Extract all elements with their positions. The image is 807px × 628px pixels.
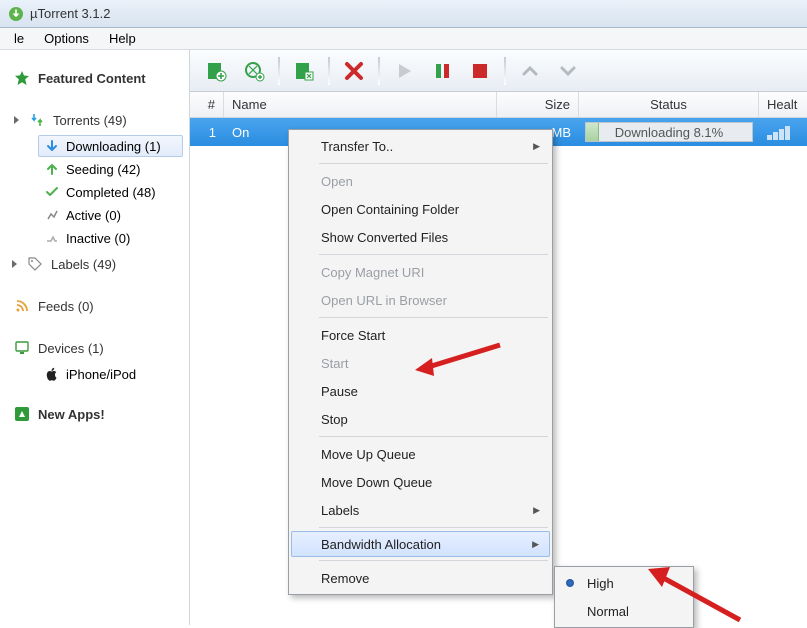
ctx-show-converted[interactable]: Show Converted Files bbox=[291, 223, 550, 251]
sidebar-featured-label: Featured Content bbox=[38, 71, 146, 86]
apps-icon bbox=[14, 406, 30, 422]
move-down-button[interactable] bbox=[550, 55, 586, 87]
start-button[interactable] bbox=[386, 55, 422, 87]
down-arrow-icon bbox=[44, 138, 60, 154]
ctx-open-folder[interactable]: Open Containing Folder bbox=[291, 195, 550, 223]
remove-button[interactable] bbox=[336, 55, 372, 87]
inactive-icon bbox=[44, 230, 60, 246]
add-torrent-button[interactable] bbox=[198, 55, 234, 87]
ctx-start: Start bbox=[291, 349, 550, 377]
progress-bar: Downloading 8.1% bbox=[585, 122, 753, 142]
pause-button[interactable] bbox=[424, 55, 460, 87]
app-icon bbox=[8, 6, 24, 22]
col-number[interactable]: # bbox=[190, 92, 224, 117]
ctx-stop[interactable]: Stop bbox=[291, 405, 550, 433]
sidebar-item-active[interactable]: Active (0) bbox=[38, 204, 183, 226]
sidebar-torrents-label: Torrents (49) bbox=[53, 113, 127, 128]
active-icon bbox=[44, 207, 60, 223]
sidebar-item-inactive[interactable]: Inactive (0) bbox=[38, 227, 183, 249]
ctx-open-url: Open URL in Browser bbox=[291, 286, 550, 314]
radio-icon bbox=[566, 579, 574, 587]
ctx-bandwidth[interactable]: Bandwidth Allocation bbox=[291, 531, 550, 557]
add-url-button[interactable] bbox=[236, 55, 272, 87]
window-title: µTorrent 3.1.2 bbox=[30, 6, 110, 21]
up-arrow-icon bbox=[44, 161, 60, 177]
col-health[interactable]: Healt bbox=[759, 92, 807, 117]
create-torrent-button[interactable] bbox=[286, 55, 322, 87]
sidebar-item-seeding[interactable]: Seeding (42) bbox=[38, 158, 183, 180]
menubar: le Options Help bbox=[0, 28, 807, 50]
sidebar-feeds[interactable]: Feeds (0) bbox=[0, 292, 189, 320]
ctx-copy-magnet: Copy Magnet URI bbox=[291, 258, 550, 286]
rss-icon bbox=[14, 298, 30, 314]
row-number: 1 bbox=[190, 118, 224, 146]
column-headers: # Name Size Status Healt bbox=[190, 92, 807, 118]
sidebar-item-completed[interactable]: Completed (48) bbox=[38, 181, 183, 203]
device-icon bbox=[14, 340, 30, 356]
sidebar-labels[interactable]: Labels (49) bbox=[0, 250, 189, 278]
expand-icon bbox=[12, 260, 17, 268]
context-menu: Transfer To.. Open Open Containing Folde… bbox=[288, 129, 553, 595]
submenu-normal[interactable]: Normal bbox=[557, 597, 691, 625]
torrents-icon bbox=[29, 112, 45, 128]
ctx-pause[interactable]: Pause bbox=[291, 377, 550, 405]
toolbar bbox=[190, 50, 807, 92]
sidebar-newapps[interactable]: New Apps! bbox=[0, 400, 189, 428]
submenu-high[interactable]: High bbox=[557, 569, 691, 597]
tag-icon bbox=[27, 256, 43, 272]
sidebar-featured[interactable]: Featured Content bbox=[0, 64, 189, 92]
bandwidth-submenu: High Normal bbox=[554, 566, 694, 628]
move-up-button[interactable] bbox=[512, 55, 548, 87]
sidebar: Featured Content Torrents (49) Downloadi… bbox=[0, 50, 190, 625]
titlebar: µTorrent 3.1.2 bbox=[0, 0, 807, 28]
col-status[interactable]: Status bbox=[579, 92, 759, 117]
menu-help[interactable]: Help bbox=[101, 29, 144, 48]
menu-file[interactable]: le bbox=[6, 29, 32, 48]
ctx-open: Open bbox=[291, 167, 550, 195]
ctx-labels[interactable]: Labels bbox=[291, 496, 550, 524]
sidebar-item-iphone[interactable]: iPhone/iPod bbox=[38, 363, 183, 385]
ctx-remove[interactable]: Remove bbox=[291, 564, 550, 592]
stop-button[interactable] bbox=[462, 55, 498, 87]
sidebar-item-downloading[interactable]: Downloading (1) bbox=[38, 135, 183, 157]
ctx-transfer-to[interactable]: Transfer To.. bbox=[291, 132, 550, 160]
col-name[interactable]: Name bbox=[224, 92, 497, 117]
sidebar-devices[interactable]: Devices (1) bbox=[0, 334, 189, 362]
col-size[interactable]: Size bbox=[497, 92, 579, 117]
sidebar-torrents[interactable]: Torrents (49) bbox=[0, 106, 189, 134]
expand-icon bbox=[14, 116, 19, 124]
ctx-move-up[interactable]: Move Up Queue bbox=[291, 440, 550, 468]
ctx-force-start[interactable]: Force Start bbox=[291, 321, 550, 349]
health-icon bbox=[767, 124, 790, 140]
star-icon bbox=[14, 70, 30, 86]
apple-icon bbox=[44, 366, 60, 382]
row-health bbox=[759, 118, 807, 146]
ctx-move-down[interactable]: Move Down Queue bbox=[291, 468, 550, 496]
menu-options[interactable]: Options bbox=[36, 29, 97, 48]
row-status: Downloading 8.1% bbox=[579, 118, 759, 146]
check-icon bbox=[44, 184, 60, 200]
